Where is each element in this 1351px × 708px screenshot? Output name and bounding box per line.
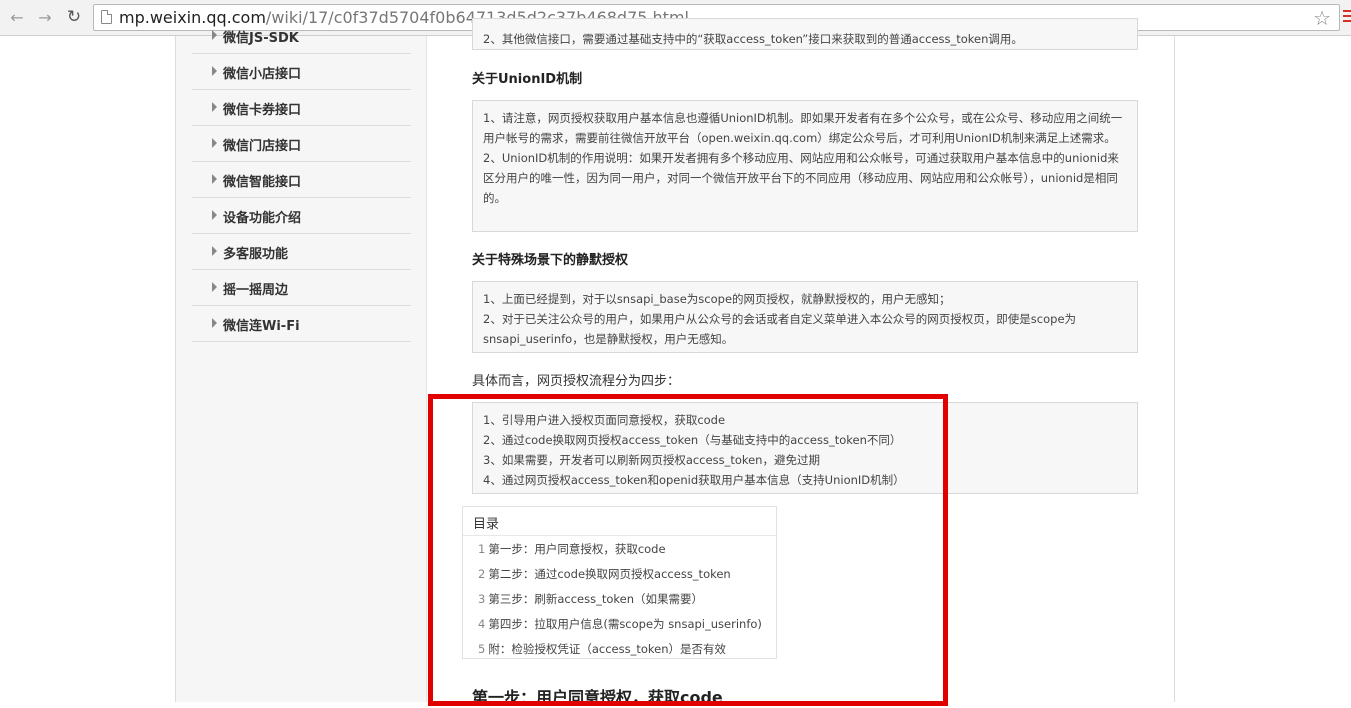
unionid-point-2: 2、UnionID机制的作用说明：如果开发者拥有多个移动应用、网站应用和公众帐号… — [483, 151, 1119, 205]
sidebar-item-store[interactable]: 微信门店接口 — [192, 126, 411, 162]
highlight-annotation-box — [428, 394, 948, 706]
reload-icon[interactable]: ↻ — [63, 6, 85, 28]
sidebar-item-shop[interactable]: 微信小店接口 — [192, 54, 411, 90]
flow-intro: 具体而言，网页授权流程分为四步： — [472, 374, 681, 389]
sidebar-item-label: 多客服功能 — [223, 247, 289, 262]
caret-right-icon — [212, 174, 217, 184]
caret-right-icon — [212, 210, 217, 220]
unionid-point-1: 1、请注意，网页授权获取用户基本信息也遵循UnionID机制。即如果开发者有在多… — [483, 111, 1123, 145]
sidebar: 微信JS-SDK 微信小店接口 微信卡券接口 微信门店接口 微信智能接口 设备功… — [176, 30, 427, 702]
unionid-box: 1、请注意，网页授权获取用户基本信息也遵循UnionID机制。即如果开发者有在多… — [472, 100, 1138, 232]
caret-right-icon — [212, 30, 217, 40]
star-icon[interactable]: ☆ — [1313, 6, 1331, 30]
sidebar-item-shake[interactable]: 摇一摇周边 — [192, 270, 411, 306]
sidebar-item-customer-service[interactable]: 多客服功能 — [192, 234, 411, 270]
caret-right-icon — [212, 138, 217, 148]
silent-point-2: 2、对于已关注公众号的用户，如果用户从公众号的会话或者自定义菜单进入本公众号的网… — [483, 312, 1077, 346]
note-text: 2、其他微信接口，需要通过基础支持中的“获取access_token”接口来获取… — [483, 32, 1023, 46]
sidebar-item-label: 微信JS-SDK — [223, 31, 299, 46]
silent-auth-box: 1、上面已经提到，对于以snsapi_base为scope的网页授权，就静默授权… — [472, 281, 1138, 353]
caret-right-icon — [212, 282, 217, 292]
sidebar-item-wifi[interactable]: 微信连Wi-Fi — [192, 306, 411, 342]
unionid-heading: 关于UnionID机制 — [472, 72, 583, 87]
arrow-right-icon[interactable]: → — [34, 6, 56, 28]
sidebar-item-card[interactable]: 微信卡券接口 — [192, 90, 411, 126]
arrow-left-icon[interactable]: ← — [6, 6, 28, 28]
sidebar-item-label: 微信门店接口 — [223, 139, 302, 154]
sidebar-item-js-sdk[interactable]: 微信JS-SDK — [192, 18, 411, 54]
sidebar-item-label: 摇一摇周边 — [223, 283, 289, 298]
silent-point-1: 1、上面已经提到，对于以snsapi_base为scope的网页授权，就静默授权… — [483, 292, 951, 306]
sidebar-item-label: 微信智能接口 — [223, 175, 302, 190]
sidebar-item-device[interactable]: 设备功能介绍 — [192, 198, 411, 234]
silent-auth-heading: 关于特殊场景下的静默授权 — [472, 253, 629, 268]
page-icon — [101, 10, 112, 24]
caret-right-icon — [212, 318, 217, 328]
sidebar-item-label: 设备功能介绍 — [223, 211, 302, 226]
caret-right-icon — [212, 246, 217, 256]
access-token-note-box: 2、其他微信接口，需要通过基础支持中的“获取access_token”接口来获取… — [472, 18, 1138, 50]
caret-right-icon — [212, 102, 217, 112]
sidebar-item-smart[interactable]: 微信智能接口 — [192, 162, 411, 198]
sidebar-item-label: 微信连Wi-Fi — [223, 319, 300, 334]
page: 微信JS-SDK 微信小店接口 微信卡券接口 微信门店接口 微信智能接口 设备功… — [0, 18, 1351, 707]
chrome-menu-icon[interactable] — [1343, 10, 1351, 24]
caret-right-icon — [212, 66, 217, 76]
sidebar-item-label: 微信小店接口 — [223, 67, 302, 82]
sidebar-item-label: 微信卡券接口 — [223, 103, 302, 118]
